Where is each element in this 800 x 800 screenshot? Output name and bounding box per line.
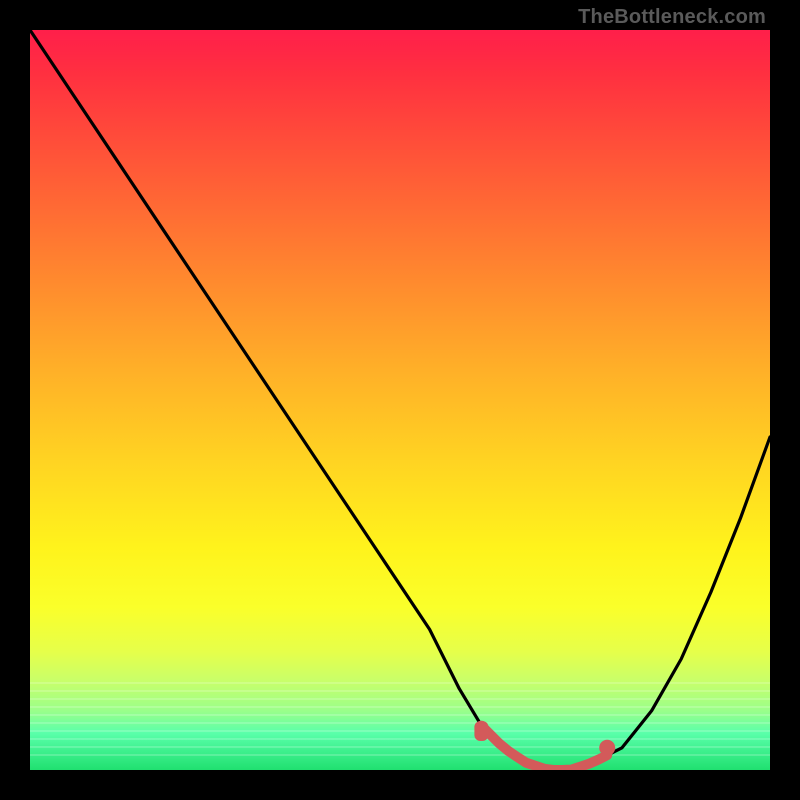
curve-layer bbox=[30, 30, 770, 770]
marker-right bbox=[599, 740, 615, 756]
bottleneck-curve-path bbox=[30, 30, 770, 770]
chart-frame: TheBottleneck.com bbox=[0, 0, 800, 800]
plot-area bbox=[30, 30, 770, 770]
watermark-text: TheBottleneck.com bbox=[578, 6, 766, 29]
marker-left bbox=[474, 721, 488, 741]
flat-region-stroke bbox=[481, 726, 607, 770]
